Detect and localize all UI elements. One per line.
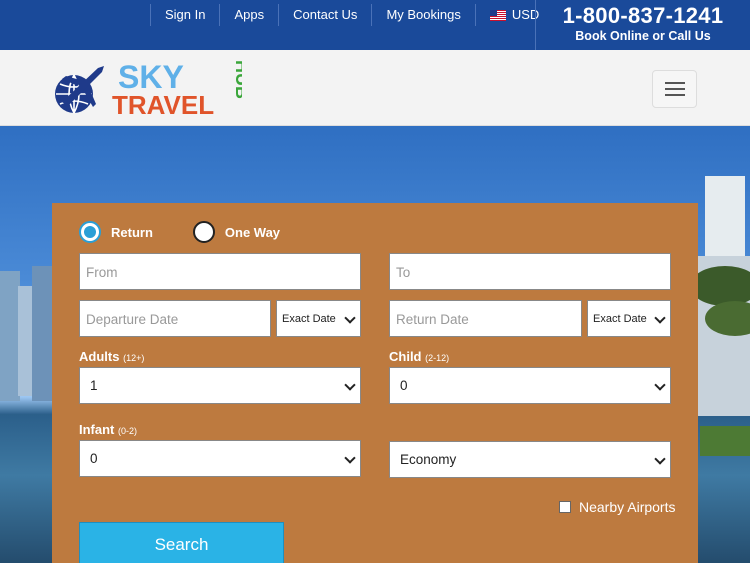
- logo-hub-text: HUB: [232, 60, 242, 99]
- hamburger-icon-bar: [665, 94, 685, 96]
- cabin-class-value: Economy: [400, 452, 457, 467]
- apps-link[interactable]: Apps: [219, 4, 278, 26]
- search-button[interactable]: Search: [79, 522, 284, 563]
- sign-in-link[interactable]: Sign In: [150, 4, 219, 26]
- to-input[interactable]: To: [389, 253, 671, 290]
- cabin-class-select[interactable]: Economy: [389, 441, 671, 478]
- infant-select[interactable]: 0: [79, 440, 361, 477]
- site-header: SKY TRAVEL HUB: [0, 50, 750, 126]
- nearby-airports-option[interactable]: Nearby Airports: [559, 499, 675, 515]
- one-way-label[interactable]: One Way: [225, 225, 280, 240]
- infant-label-text: Infant: [79, 422, 115, 437]
- one-way-radio[interactable]: [192, 221, 215, 243]
- top-nav: Sign In Apps Contact Us My Bookings USD: [150, 0, 553, 30]
- departure-date-mode-value: Exact Date: [282, 313, 336, 325]
- child-select[interactable]: 0: [389, 367, 671, 404]
- return-radio[interactable]: [79, 221, 101, 243]
- child-value: 0: [400, 378, 408, 393]
- flight-search-panel: Return One Way From To Departure Date Ex…: [52, 203, 698, 563]
- return-date-input[interactable]: Return Date: [389, 300, 582, 337]
- us-flag-icon: [489, 9, 506, 21]
- nearby-airports-checkbox[interactable]: [559, 501, 571, 513]
- infant-label: Infant (0-2): [79, 422, 137, 437]
- adults-label: Adults (12+): [79, 349, 144, 364]
- building: [0, 271, 20, 401]
- hamburger-icon-bar: [665, 88, 685, 90]
- menu-toggle-button[interactable]: [652, 70, 697, 108]
- building: [32, 266, 52, 401]
- chevron-down-icon: [344, 312, 356, 324]
- departure-date-mode-select[interactable]: Exact Date: [276, 300, 361, 337]
- return-label[interactable]: Return: [111, 225, 153, 240]
- contact-us-link[interactable]: Contact Us: [278, 4, 371, 26]
- return-date-mode-select[interactable]: Exact Date: [587, 300, 671, 337]
- adults-hint: (12+): [123, 353, 145, 363]
- trip-type-group: Return One Way: [79, 221, 320, 243]
- logo-travel-text: TRAVEL: [112, 90, 214, 120]
- child-label-text: Child: [389, 349, 422, 364]
- hamburger-icon: [665, 82, 685, 84]
- top-bar: Sign In Apps Contact Us My Bookings USD …: [0, 0, 750, 50]
- contact-tagline: Book Online or Call Us: [575, 29, 711, 43]
- phone-number[interactable]: 1-800-837-1241: [536, 3, 750, 29]
- chevron-down-icon: [654, 312, 666, 324]
- nearby-airports-label[interactable]: Nearby Airports: [579, 499, 675, 515]
- departure-date-input[interactable]: Departure Date: [79, 300, 271, 337]
- chevron-down-icon: [654, 453, 666, 465]
- chevron-down-icon: [344, 452, 356, 464]
- sky-travel-hub-logo[interactable]: SKY TRAVEL HUB: [52, 58, 242, 120]
- contact-box: 1-800-837-1241 Book Online or Call Us: [535, 0, 750, 50]
- adults-label-text: Adults: [79, 349, 120, 364]
- infant-hint: (0-2): [118, 426, 138, 436]
- my-bookings-link[interactable]: My Bookings: [371, 4, 474, 26]
- infant-value: 0: [90, 451, 98, 466]
- from-input[interactable]: From: [79, 253, 361, 290]
- chevron-down-icon: [654, 379, 666, 391]
- return-date-mode-value: Exact Date: [593, 313, 647, 325]
- adults-value: 1: [90, 378, 98, 393]
- chevron-down-icon: [344, 379, 356, 391]
- grass: [700, 426, 750, 456]
- adults-select[interactable]: 1: [79, 367, 361, 404]
- child-hint: (2-12): [425, 353, 450, 363]
- child-label: Child (2-12): [389, 349, 449, 364]
